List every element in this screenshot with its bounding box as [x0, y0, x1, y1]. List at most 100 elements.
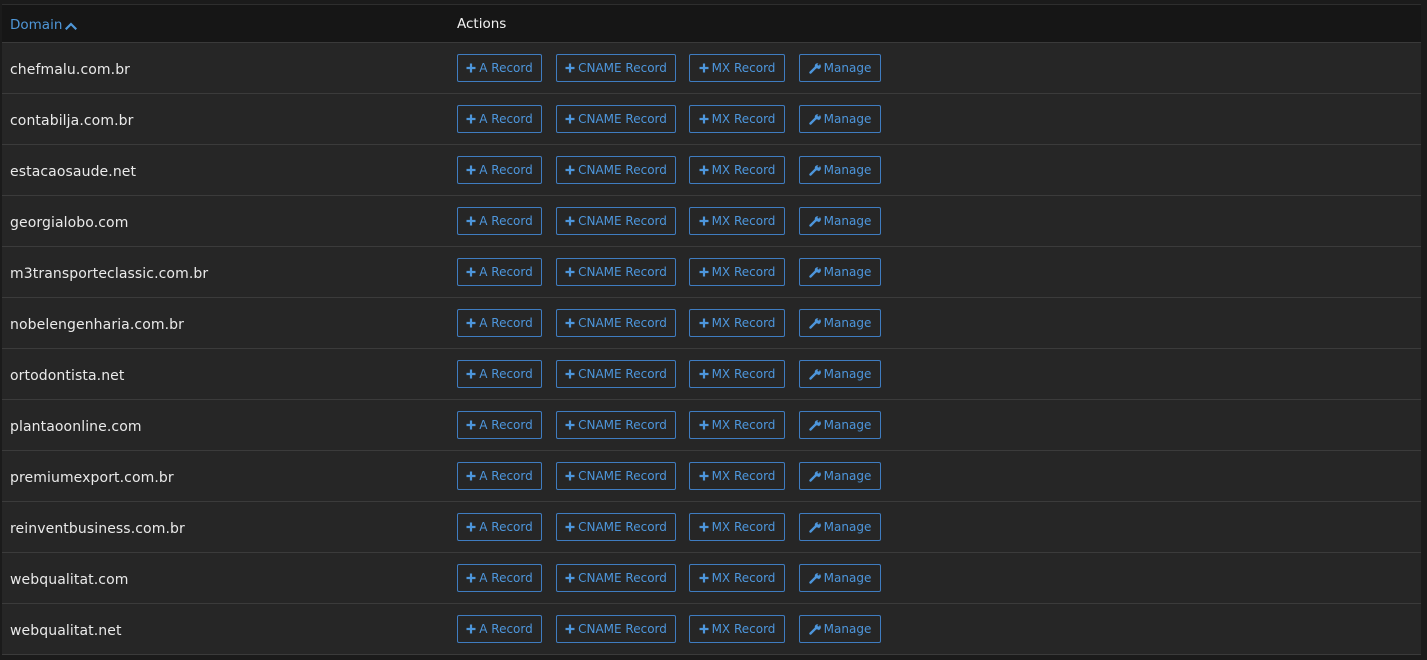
- table-row: chefmalu.com.br A Record CNAME Record MX…: [2, 43, 1421, 94]
- a-record-label: A Record: [479, 316, 533, 330]
- plus-icon: [565, 318, 575, 328]
- wrench-icon: [808, 318, 821, 329]
- domain-name: chefmalu.com.br: [10, 61, 131, 78]
- add-mx-record-button[interactable]: MX Record: [689, 105, 785, 133]
- add-cname-record-button[interactable]: CNAME Record: [556, 513, 676, 541]
- add-cname-record-button[interactable]: CNAME Record: [556, 156, 676, 184]
- mx-record-label: MX Record: [711, 214, 776, 228]
- plus-icon: [565, 522, 575, 532]
- mx-record-label: MX Record: [711, 316, 776, 330]
- add-cname-record-button[interactable]: CNAME Record: [556, 462, 676, 490]
- add-mx-record-button[interactable]: MX Record: [689, 156, 785, 184]
- manage-button[interactable]: Manage: [799, 360, 881, 388]
- cname-record-label: CNAME Record: [578, 367, 667, 381]
- actions-cell: A Record CNAME Record MX Record Manage: [448, 207, 1421, 235]
- domain-name: webqualitat.com: [10, 571, 129, 588]
- wrench-icon: [808, 420, 821, 431]
- table-row: contabilja.com.br A Record CNAME Record …: [2, 94, 1421, 145]
- add-cname-record-button[interactable]: CNAME Record: [556, 258, 676, 286]
- mx-record-label: MX Record: [711, 265, 776, 279]
- manage-button[interactable]: Manage: [799, 309, 881, 337]
- plus-icon: [565, 267, 575, 277]
- cname-record-label: CNAME Record: [578, 469, 667, 483]
- mx-record-label: MX Record: [711, 469, 776, 483]
- wrench-icon: [808, 573, 821, 584]
- add-a-record-button[interactable]: A Record: [457, 105, 542, 133]
- add-cname-record-button[interactable]: CNAME Record: [556, 564, 676, 592]
- plus-icon: [466, 216, 476, 226]
- actions-cell: A Record CNAME Record MX Record Manage: [448, 462, 1421, 490]
- manage-button[interactable]: Manage: [799, 411, 881, 439]
- manage-button[interactable]: Manage: [799, 156, 881, 184]
- add-mx-record-button[interactable]: MX Record: [689, 207, 785, 235]
- plus-icon: [466, 318, 476, 328]
- plus-icon: [565, 165, 575, 175]
- a-record-label: A Record: [479, 61, 533, 75]
- add-a-record-button[interactable]: A Record: [457, 54, 542, 82]
- add-cname-record-button[interactable]: CNAME Record: [556, 360, 676, 388]
- table-row: reinventbusiness.com.br A Record CNAME R…: [2, 502, 1421, 553]
- add-mx-record-button[interactable]: MX Record: [689, 411, 785, 439]
- add-a-record-button[interactable]: A Record: [457, 309, 542, 337]
- add-cname-record-button[interactable]: CNAME Record: [556, 207, 676, 235]
- manage-button[interactable]: Manage: [799, 615, 881, 643]
- a-record-label: A Record: [479, 622, 533, 636]
- add-cname-record-button[interactable]: CNAME Record: [556, 105, 676, 133]
- plus-icon: [466, 267, 476, 277]
- actions-cell: A Record CNAME Record MX Record Manage: [448, 54, 1421, 82]
- plus-icon: [466, 114, 476, 124]
- wrench-icon: [808, 471, 821, 482]
- table-row: webqualitat.com A Record CNAME Record MX…: [2, 553, 1421, 604]
- add-mx-record-button[interactable]: MX Record: [689, 462, 785, 490]
- mx-record-label: MX Record: [711, 520, 776, 534]
- domain-name: contabilja.com.br: [10, 112, 134, 129]
- manage-button[interactable]: Manage: [799, 105, 881, 133]
- add-cname-record-button[interactable]: CNAME Record: [556, 54, 676, 82]
- domain-header-label: Domain: [10, 17, 63, 33]
- add-cname-record-button[interactable]: CNAME Record: [556, 411, 676, 439]
- add-a-record-button[interactable]: A Record: [457, 564, 542, 592]
- add-mx-record-button[interactable]: MX Record: [689, 258, 785, 286]
- manage-button[interactable]: Manage: [799, 462, 881, 490]
- add-a-record-button[interactable]: A Record: [457, 207, 542, 235]
- add-mx-record-button[interactable]: MX Record: [689, 615, 785, 643]
- domain-name: georgialobo.com: [10, 214, 129, 231]
- plus-icon: [699, 573, 709, 583]
- add-cname-record-button[interactable]: CNAME Record: [556, 309, 676, 337]
- add-mx-record-button[interactable]: MX Record: [689, 54, 785, 82]
- add-a-record-button[interactable]: A Record: [457, 513, 542, 541]
- manage-label: Manage: [823, 571, 872, 585]
- add-a-record-button[interactable]: A Record: [457, 258, 542, 286]
- domain-cell: premiumexport.com.br: [2, 467, 448, 486]
- cname-record-label: CNAME Record: [578, 163, 667, 177]
- add-mx-record-button[interactable]: MX Record: [689, 513, 785, 541]
- add-a-record-button[interactable]: A Record: [457, 411, 542, 439]
- domain-name: ortodontista.net: [10, 367, 125, 384]
- manage-button[interactable]: Manage: [799, 513, 881, 541]
- domain-cell: chefmalu.com.br: [2, 59, 448, 78]
- plus-icon: [565, 624, 575, 634]
- add-a-record-button[interactable]: A Record: [457, 615, 542, 643]
- add-a-record-button[interactable]: A Record: [457, 462, 542, 490]
- a-record-label: A Record: [479, 214, 533, 228]
- add-mx-record-button[interactable]: MX Record: [689, 564, 785, 592]
- add-mx-record-button[interactable]: MX Record: [689, 309, 785, 337]
- sort-by-domain-button[interactable]: Domain: [10, 17, 78, 33]
- cname-record-label: CNAME Record: [578, 214, 667, 228]
- add-mx-record-button[interactable]: MX Record: [689, 360, 785, 388]
- actions-cell: A Record CNAME Record MX Record Manage: [448, 564, 1421, 592]
- domain-cell: webqualitat.net: [2, 620, 448, 639]
- add-a-record-button[interactable]: A Record: [457, 360, 542, 388]
- mx-record-label: MX Record: [711, 112, 776, 126]
- add-a-record-button[interactable]: A Record: [457, 156, 542, 184]
- manage-button[interactable]: Manage: [799, 54, 881, 82]
- domain-name: webqualitat.net: [10, 622, 122, 639]
- manage-button[interactable]: Manage: [799, 564, 881, 592]
- table-row: webqualitat.net A Record CNAME Record MX…: [2, 604, 1421, 655]
- manage-label: Manage: [823, 112, 872, 126]
- add-cname-record-button[interactable]: CNAME Record: [556, 615, 676, 643]
- table-header: Domain Actions: [2, 5, 1421, 43]
- domain-cell: reinventbusiness.com.br: [2, 518, 448, 537]
- manage-button[interactable]: Manage: [799, 258, 881, 286]
- manage-button[interactable]: Manage: [799, 207, 881, 235]
